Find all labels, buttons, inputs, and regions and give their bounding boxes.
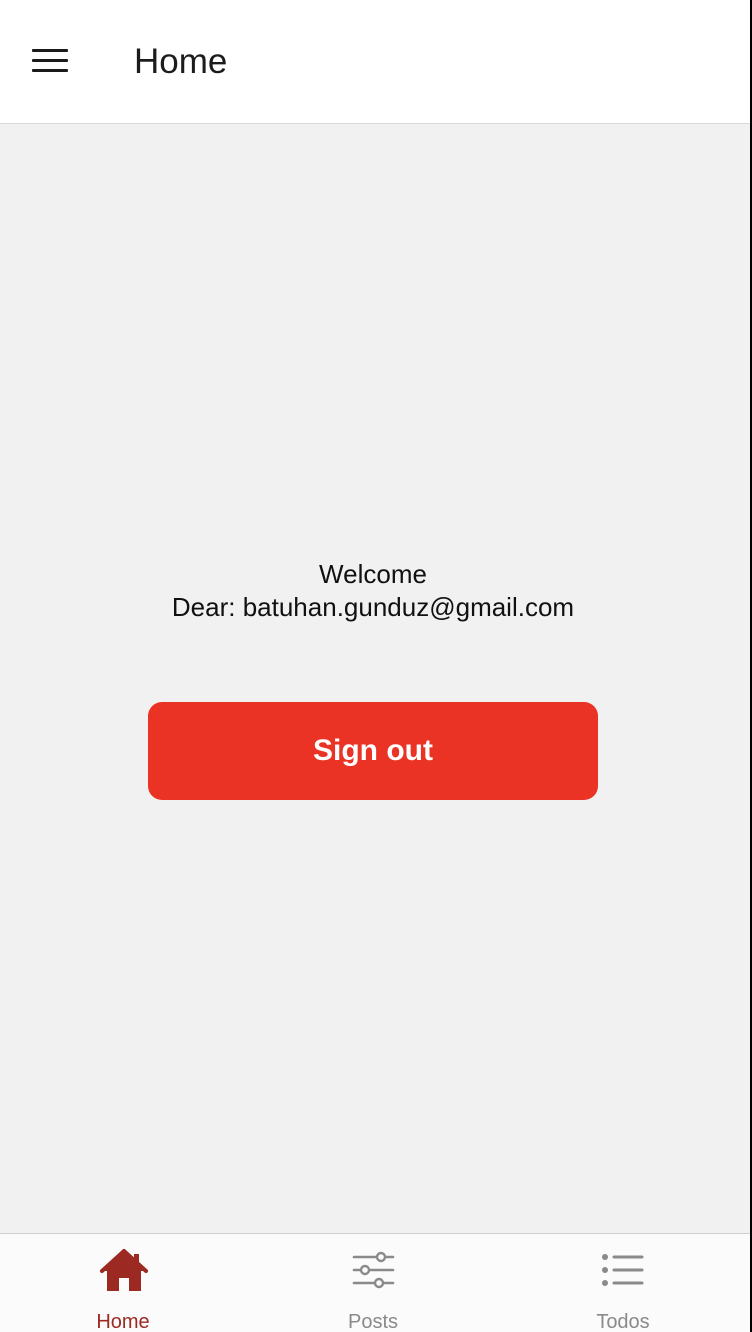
tab-todos-label: Todos: [596, 1311, 650, 1332]
sign-out-button[interactable]: Sign out: [148, 702, 598, 800]
page-title: Home: [134, 42, 228, 81]
list-icon: [599, 1248, 649, 1294]
tab-home[interactable]: Home: [0, 1234, 250, 1332]
main-content: Welcome Dear: batuhan.gunduz@gmail.com S…: [0, 124, 750, 1233]
welcome-message: Welcome Dear: batuhan.gunduz@gmail.com: [0, 558, 746, 624]
user-email-text: Dear: batuhan.gunduz@gmail.com: [171, 592, 575, 622]
menu-line: [32, 49, 68, 52]
app-header: Home: [0, 0, 750, 124]
tab-posts-label: Posts: [347, 1311, 399, 1332]
menu-line: [32, 59, 68, 62]
app-screen: Home Welcome Dear: batuhan.gunduz@gmail.…: [0, 0, 752, 1332]
hamburger-menu-icon[interactable]: [32, 48, 68, 74]
bottom-tab-bar: Home Posts Todos: [0, 1233, 750, 1332]
welcome-text: Welcome: [319, 559, 427, 589]
tab-posts[interactable]: Posts: [250, 1234, 500, 1332]
menu-line: [32, 69, 68, 72]
tab-home-label: Home: [96, 1311, 150, 1332]
tab-todos[interactable]: Todos: [500, 1234, 750, 1332]
house-icon: [99, 1248, 149, 1294]
sliders-icon: [349, 1248, 399, 1294]
